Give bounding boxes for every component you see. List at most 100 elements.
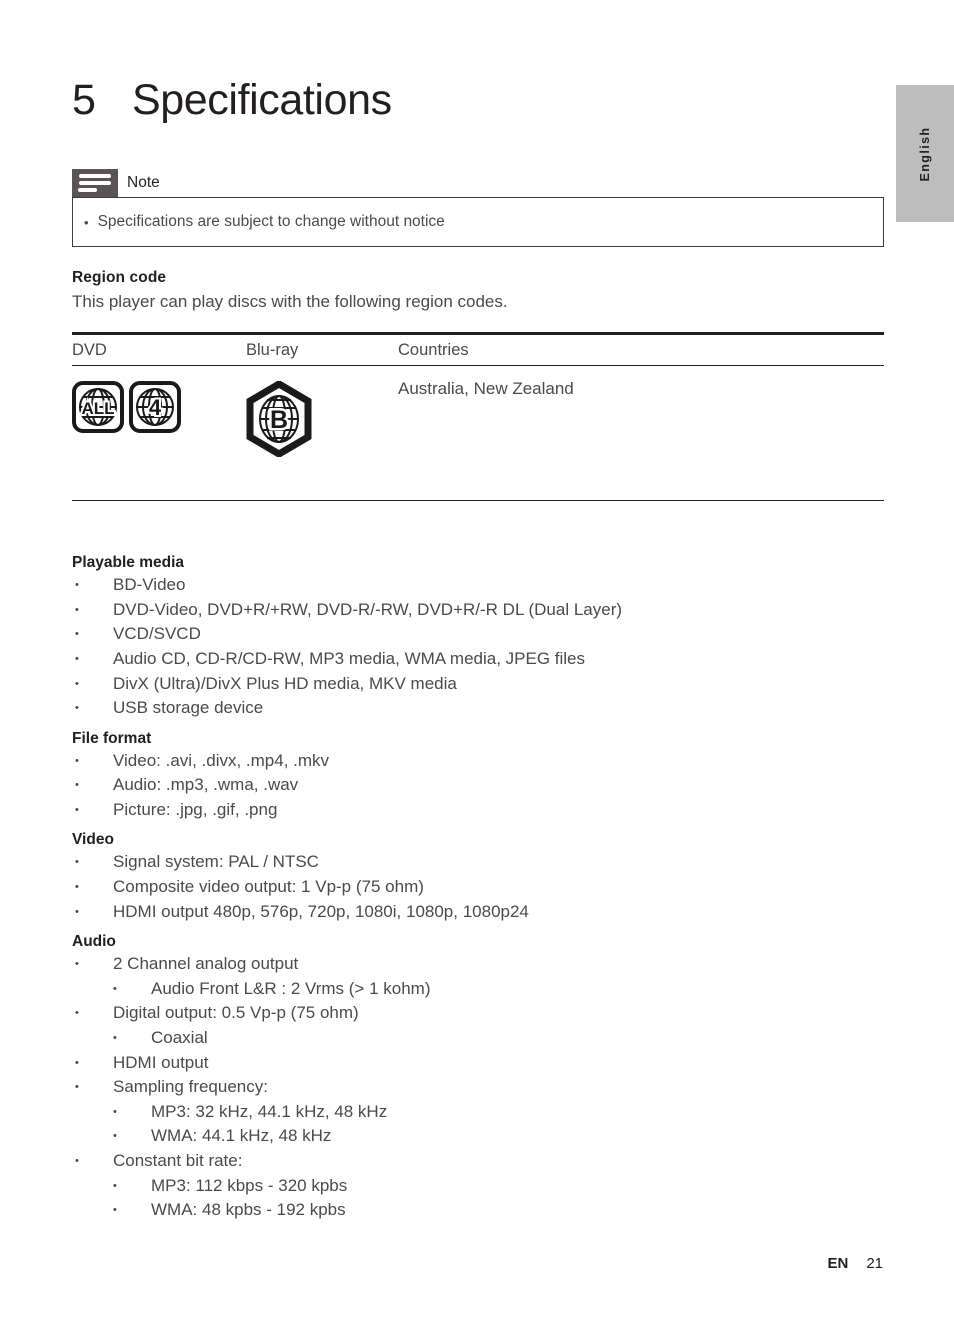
dvd-region-all-icon: ALL <box>72 381 124 438</box>
table-row: ALL 4 B Australia, New Zealand <box>72 366 884 502</box>
page-footer: EN 21 <box>0 1255 954 1272</box>
bullet-icon: • <box>75 754 79 767</box>
list-item: • Composite video output: 1 Vp-p (75 ohm) <box>72 875 884 900</box>
bullet-icon: • <box>75 677 79 690</box>
spec-section-heading: Playable media <box>72 554 185 572</box>
list-item-label: WMA: 44.1 kHz, 48 kHz <box>151 1126 332 1146</box>
spec-section-heading: Video <box>72 831 114 849</box>
note-header: Note <box>72 169 884 198</box>
page-title: 5 Specifications <box>72 76 884 124</box>
region-code-heading: Region code <box>72 269 167 287</box>
specifications-sections: Playable media • BD-Video • DVD-Video, DVD+R… <box>72 554 884 1223</box>
bullet-icon: • <box>75 856 79 869</box>
chapter-number: 5 <box>72 76 96 124</box>
list-item-label: MP3: 32 kHz, 44.1 kHz, 48 kHz <box>151 1101 388 1121</box>
svg-text:4: 4 <box>149 395 162 420</box>
list-item-label: Picture: .jpg, .gif, .png <box>113 799 278 819</box>
page-content: 5 Specifications Note • Specifications a… <box>72 0 884 1223</box>
list-item-label: DVD-Video, DVD+R/+RW, DVD-R/-RW, DVD+R/-… <box>113 599 623 619</box>
list-item-label: Audio CD, CD-R/CD-RW, MP3 media, WMA med… <box>113 648 586 668</box>
language-tab-label: English <box>918 126 932 181</box>
spec-list: • 2 Channel analog output • Audio Front L&R… <box>72 952 884 1223</box>
footer-language-code: EN <box>827 1255 849 1272</box>
spec-section: Playable media • BD-Video • DVD-Video, DVD+R… <box>72 554 884 721</box>
note-item-text: Specifications are subject to change wit… <box>97 213 445 231</box>
cell-dvd-region-icons: ALL 4 <box>72 366 246 500</box>
list-item-label: HDMI output <box>113 1052 209 1072</box>
spec-list: • Video: .avi, .divx, .mp4, .mkv • Audio: .… <box>72 749 884 823</box>
note-lines-icon <box>72 169 118 198</box>
bullet-icon: • <box>75 881 79 894</box>
list-item-label: Video: .avi, .divx, .mp4, .mkv <box>113 750 330 770</box>
spec-section: Video • Signal system: PAL / NTSC • Composit… <box>72 831 884 924</box>
cell-countries: Australia, New Zealand <box>398 379 574 399</box>
bullet-icon: • <box>113 1105 117 1118</box>
region-code-intro: This player can play discs with the foll… <box>72 292 508 312</box>
footer-page-number: 21 <box>866 1255 883 1272</box>
list-item: • WMA: 44.1 kHz, 48 kHz <box>72 1124 884 1149</box>
chapter-title: Specifications <box>132 76 392 124</box>
column-header-dvd: DVD <box>72 340 107 359</box>
list-item-label: 2 Channel analog output <box>113 954 299 974</box>
region-code-table: DVD Blu-ray Countries ALL 4 B Australia,… <box>72 332 884 502</box>
bullet-icon: • <box>75 652 79 665</box>
bullet-icon: • <box>75 579 79 592</box>
note-title: Note <box>127 174 160 192</box>
list-item: • Coaxial <box>72 1026 884 1051</box>
list-item-label: Sampling frequency: <box>113 1077 268 1097</box>
spec-list: • BD-Video • DVD-Video, DVD+R/+RW, DVD-R/-R… <box>72 573 884 721</box>
list-item: • Digital output: 0.5 Vp-p (75 ohm) <box>72 1001 884 1026</box>
list-item: • 2 Channel analog output <box>72 952 884 977</box>
list-item-label: Audio Front L&R : 2 Vrms (> 1 kohm) <box>151 978 431 998</box>
list-item: • WMA: 48 kpbs - 192 kpbs <box>72 1198 884 1223</box>
spec-section-heading: File format <box>72 729 152 747</box>
list-item-label: Signal system: PAL / NTSC <box>113 852 319 872</box>
list-item: • Audio Front L&R : 2 Vrms (> 1 kohm) <box>72 977 884 1002</box>
list-item: • MP3: 32 kHz, 44.1 kHz, 48 kHz <box>72 1100 884 1125</box>
list-item: • Audio: .mp3, .wma, .wav <box>72 773 884 798</box>
bullet-icon: • <box>75 702 79 715</box>
list-item-label: MP3: 112 kbps - 320 kpbs <box>151 1175 348 1195</box>
bullet-icon: • <box>75 905 79 918</box>
list-item: • BD-Video <box>72 573 884 598</box>
cell-bluray-region-icon: B <box>246 366 398 500</box>
dvd-region-4-icon: 4 <box>129 381 181 438</box>
bullet-icon: • <box>75 779 79 792</box>
bullet-icon: • <box>75 803 79 816</box>
bullet-icon: • <box>113 982 117 995</box>
bullet-icon: • <box>84 214 89 230</box>
table-header-row: DVD Blu-ray Countries <box>72 335 884 367</box>
bullet-icon: • <box>113 1204 117 1217</box>
bullet-icon: • <box>75 628 79 641</box>
list-item: • Constant bit rate: <box>72 1149 884 1174</box>
bullet-icon: • <box>75 1056 79 1069</box>
bullet-icon: • <box>75 603 79 616</box>
list-item: • Video: .avi, .divx, .mp4, .mkv <box>72 749 884 774</box>
bullet-icon: • <box>113 1032 117 1045</box>
list-item: • HDMI output 480p, 576p, 720p, 1080i, 10… <box>72 900 884 925</box>
list-item-label: Constant bit rate: <box>113 1151 243 1171</box>
svg-text:ALL: ALL <box>81 399 114 418</box>
list-item: • Signal system: PAL / NTSC <box>72 850 884 875</box>
svg-text:B: B <box>270 406 288 434</box>
list-item: • Picture: .jpg, .gif, .png <box>72 798 884 823</box>
list-item-label: HDMI output 480p, 576p, 720p, 1080i, 108… <box>113 901 529 921</box>
list-item-label: Coaxial <box>151 1028 208 1048</box>
list-item-label: Composite video output: 1 Vp-p (75 ohm) <box>113 877 424 897</box>
list-item-label: DivX (Ultra)/DivX Plus HD media, MKV med… <box>113 673 457 693</box>
bullet-icon: • <box>75 1155 79 1168</box>
bullet-icon: • <box>113 1130 117 1143</box>
language-tab: English <box>896 85 954 222</box>
list-item-label: WMA: 48 kpbs - 192 kpbs <box>151 1200 346 1220</box>
spec-section: Audio • 2 Channel analog output • Audio Fron… <box>72 933 884 1223</box>
column-header-bluray: Blu-ray <box>246 340 299 359</box>
list-item-label: VCD/SVCD <box>113 624 201 644</box>
list-item: • HDMI output <box>72 1051 884 1076</box>
note-body: • Specifications are subject to change w… <box>72 197 884 248</box>
bullet-icon: • <box>75 1007 79 1020</box>
list-item-label: Audio: .mp3, .wma, .wav <box>113 775 299 795</box>
list-item-label: USB storage device <box>113 698 264 718</box>
list-item: • USB storage device <box>72 696 884 721</box>
list-item: • Sampling frequency: <box>72 1075 884 1100</box>
